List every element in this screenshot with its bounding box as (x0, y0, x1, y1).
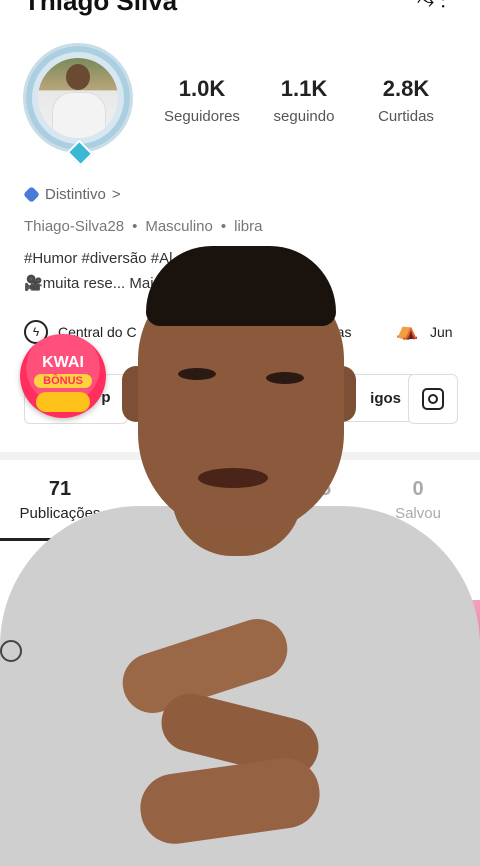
following-label: seguindo (273, 108, 335, 125)
avatar[interactable] (20, 38, 138, 167)
chevron-right-icon: > (111, 186, 121, 203)
shirt-logo-icon (0, 640, 22, 662)
badge-icon (23, 186, 40, 203)
badge-label: Distintivo (45, 186, 106, 203)
kwai-bonus-badge[interactable]: KWAI BÔNUS (20, 334, 106, 418)
followers-count: 1.0K (178, 76, 226, 101)
zodiac-sign: libra (234, 218, 263, 235)
likes-stat[interactable]: 2.8K Curtidas (356, 76, 456, 125)
following-stat[interactable]: 1.1K seguindo (254, 76, 354, 125)
more-icon[interactable]: ⋮ (440, 0, 446, 13)
gender: Masculino (145, 218, 213, 235)
profile-title: Thiago Silva (24, 0, 178, 16)
badge-link[interactable]: Distintivo > (23, 186, 121, 203)
likes-label: Curtidas (378, 108, 434, 125)
profile-info: Thiago-Silva28 • Masculino • libra (24, 218, 263, 235)
followers-label: Seguidores (164, 108, 240, 125)
following-count: 1.1K (280, 76, 328, 101)
followers-stat[interactable]: 1.0K Seguidores (152, 76, 252, 125)
coins-icon (36, 392, 90, 412)
share-icon[interactable]: ⤳ (417, 0, 435, 13)
bonus-label: BÔNUS (34, 374, 92, 388)
kwai-label: KWAI (42, 354, 84, 371)
likes-count: 2.8K (382, 76, 430, 101)
username: Thiago-Silva28 (24, 218, 125, 235)
header-icons[interactable]: ⤳ ⋮ (417, 0, 446, 14)
avatar-photo (38, 58, 118, 138)
